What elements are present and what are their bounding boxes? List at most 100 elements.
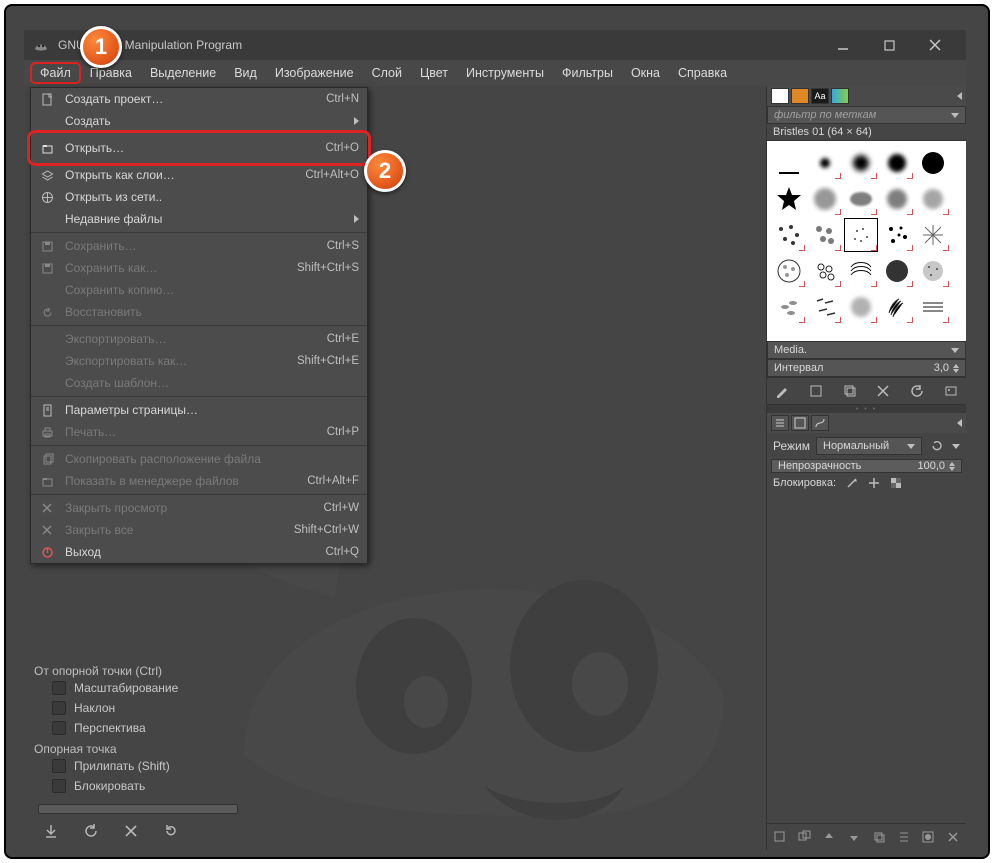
lock-pixels-icon[interactable]: [846, 477, 858, 489]
checkbox-icon[interactable]: [52, 681, 66, 695]
file-menu-dropdown: Создать проект…Ctrl+NСоздатьОткрыть…Ctrl…: [30, 87, 368, 564]
close-button[interactable]: [912, 30, 958, 60]
mode-label: Режим: [773, 439, 810, 453]
layers-icon: [39, 167, 55, 183]
menu-item: Экспортировать как…Shift+Ctrl+E: [31, 350, 367, 372]
menu-item: Сохранить как…Shift+Ctrl+S: [31, 257, 367, 279]
brush-filter-input[interactable]: фильтр по меткам: [767, 106, 966, 124]
dock-menu-icon[interactable]: [957, 419, 962, 427]
spinner-icon[interactable]: [949, 462, 955, 471]
minimize-button[interactable]: [820, 30, 866, 60]
blank-icon: [39, 113, 55, 129]
print-icon: [39, 424, 55, 440]
anchor-section-title: От опорной точки (Ctrl): [34, 664, 244, 678]
tab-brushes-icon[interactable]: [771, 88, 789, 104]
opt-shear[interactable]: Наклон: [34, 698, 244, 718]
menu-layer[interactable]: Слой: [363, 62, 411, 84]
scrollbar[interactable]: [38, 804, 238, 814]
checkbox-icon[interactable]: [52, 759, 66, 773]
dock-tabs: Aa: [767, 86, 966, 106]
chevron-down-icon: [951, 348, 959, 353]
tab-patterns-icon[interactable]: [791, 88, 809, 104]
opt-scale[interactable]: Масштабирование: [34, 678, 244, 698]
menu-image[interactable]: Изображение: [266, 62, 363, 84]
copy-icon: [39, 451, 55, 467]
menu-view[interactable]: Вид: [225, 62, 266, 84]
doc-icon: [39, 91, 55, 107]
menu-item[interactable]: Недавние файлы: [31, 208, 367, 230]
raise-layer-icon[interactable]: [820, 828, 838, 846]
checkbox-icon[interactable]: [52, 701, 66, 715]
menu-select[interactable]: Выделение: [141, 62, 225, 84]
mode-select[interactable]: Нормальный: [816, 437, 922, 455]
menu-item: Экспортировать…Ctrl+E: [31, 328, 367, 350]
tab-fonts-icon[interactable]: Aa: [811, 88, 829, 104]
new-brush-icon[interactable]: [807, 382, 825, 400]
tab-paths-icon[interactable]: [811, 415, 829, 431]
blank-icon: [39, 353, 55, 369]
new-group-icon[interactable]: [796, 828, 814, 846]
opacity-slider[interactable]: Непрозрачность 100,0: [771, 459, 962, 473]
opt-lock[interactable]: Блокировать: [34, 776, 244, 796]
maximize-button[interactable]: [866, 30, 912, 60]
menu-item[interactable]: Открыть…Ctrl+O: [31, 132, 367, 164]
menu-item[interactable]: Создать: [31, 110, 367, 132]
checkbox-icon[interactable]: [52, 721, 66, 735]
chevron-down-icon[interactable]: [952, 444, 960, 449]
new-layer-icon[interactable]: [771, 828, 789, 846]
menu-item[interactable]: Открыть из сети..: [31, 186, 367, 208]
menu-item[interactable]: Создать проект…Ctrl+N: [31, 88, 367, 110]
refresh-brush-icon[interactable]: [908, 382, 926, 400]
menu-help[interactable]: Справка: [669, 62, 736, 84]
menu-item[interactable]: ВыходCtrl+Q: [31, 541, 367, 563]
interval-spin[interactable]: Интервал3,0: [767, 359, 966, 377]
app-window: GNU Image Manipulation Program Файл Прав…: [24, 30, 966, 850]
menu-color[interactable]: Цвет: [411, 62, 457, 84]
lock-position-icon[interactable]: [868, 477, 880, 489]
lower-layer-icon[interactable]: [845, 828, 863, 846]
chevron-down-icon: [951, 113, 959, 118]
menu-item: Закрыть всеShift+Ctrl+W: [31, 519, 367, 541]
menu-item: Скопировать расположение файла: [31, 448, 367, 470]
open-as-image-icon[interactable]: [942, 382, 960, 400]
net-icon: [39, 189, 55, 205]
menu-tools[interactable]: Инструменты: [457, 62, 553, 84]
menu-item: Сохранить копию…: [31, 279, 367, 301]
menu-item: Печать…Ctrl+P: [31, 421, 367, 443]
tab-channels-icon[interactable]: [791, 415, 809, 431]
dock-menu-icon[interactable]: [957, 92, 962, 100]
reset-preset-icon[interactable]: [162, 822, 180, 840]
brush-grid[interactable]: [767, 141, 966, 341]
merge-layer-icon[interactable]: [895, 828, 913, 846]
menu-file[interactable]: Файл: [30, 62, 81, 84]
duplicate-brush-icon[interactable]: [841, 382, 859, 400]
lock-alpha-icon[interactable]: [890, 477, 902, 489]
edit-brush-icon[interactable]: [773, 382, 791, 400]
restore-preset-icon[interactable]: [82, 822, 100, 840]
delete-brush-icon[interactable]: [874, 382, 892, 400]
checkbox-icon[interactable]: [52, 779, 66, 793]
menu-item: Закрыть просмотрCtrl+W: [31, 497, 367, 519]
mode-reset-icon[interactable]: [928, 437, 946, 455]
delete-preset-icon[interactable]: [122, 822, 140, 840]
tab-history-icon[interactable]: [831, 88, 849, 104]
mask-layer-icon[interactable]: [919, 828, 937, 846]
menu-item[interactable]: Параметры страницы…: [31, 399, 367, 421]
menu-item[interactable]: Открыть как слои…Ctrl+Alt+O: [31, 164, 367, 186]
layers-list[interactable]: [767, 493, 966, 823]
duplicate-layer-icon[interactable]: [870, 828, 888, 846]
menu-filters[interactable]: Фильтры: [553, 62, 622, 84]
lock-row: Блокировка:: [767, 473, 966, 493]
save-preset-icon[interactable]: [42, 822, 60, 840]
media-select[interactable]: Media.: [767, 341, 966, 359]
tab-layers-icon[interactable]: [771, 415, 789, 431]
save-icon: [39, 260, 55, 276]
opt-perspective[interactable]: Перспектива: [34, 718, 244, 738]
menu-windows[interactable]: Окна: [622, 62, 669, 84]
opt-snap[interactable]: Прилипать (Shift): [34, 756, 244, 776]
delete-layer-icon[interactable]: [944, 828, 962, 846]
menu-item: Сохранить…Ctrl+S: [31, 235, 367, 257]
dock-grip-icon[interactable]: • • •: [767, 405, 966, 413]
right-dock: Aa фильтр по меткам Bristles 01 (64 × 64…: [766, 86, 966, 850]
revert-icon: [39, 304, 55, 320]
